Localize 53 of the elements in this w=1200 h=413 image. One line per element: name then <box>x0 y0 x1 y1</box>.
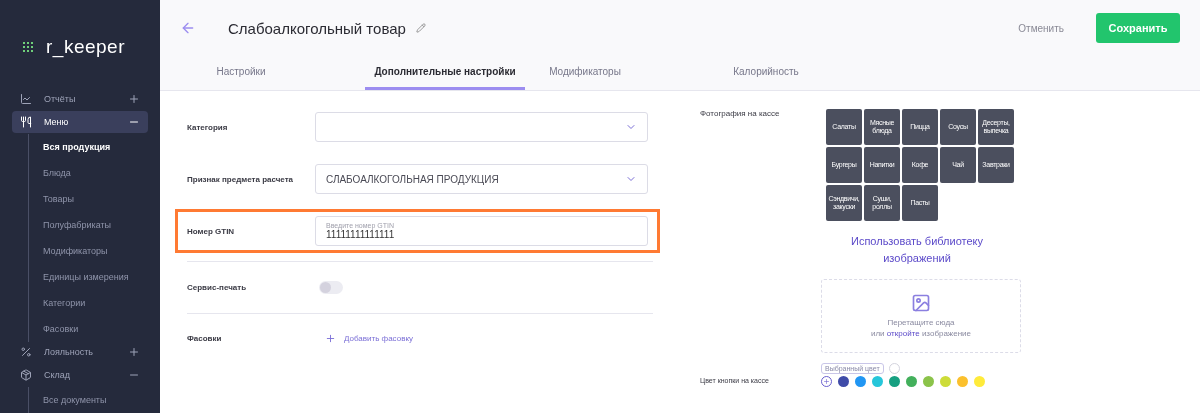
tab[interactable]: Настройки <box>185 56 297 90</box>
edit-icon[interactable] <box>415 23 426 33</box>
color-swatch[interactable] <box>872 376 883 387</box>
image-icon <box>911 293 931 313</box>
tab[interactable]: Модификаторы <box>525 56 645 90</box>
nav-subitem[interactable]: Все документы <box>43 387 148 413</box>
color-swatch[interactable] <box>974 376 985 387</box>
plus-icon[interactable] <box>128 92 140 105</box>
nav-item[interactable]: Лояльность <box>12 341 148 364</box>
nav-icon <box>20 92 32 105</box>
color-swatch[interactable] <box>957 376 968 387</box>
plus-icon[interactable] <box>128 346 140 359</box>
select-field[interactable]: СЛАБОАЛКОГОЛЬНАЯ ПРОДУКЦИЯ <box>315 164 648 194</box>
nav-subitem[interactable]: Модификаторы <box>43 237 148 264</box>
drop-text: Перетащите сюда или откройте изображение <box>871 317 971 339</box>
color-swatch[interactable] <box>889 376 900 387</box>
nav-subitem[interactable]: Единицы измерения <box>43 263 148 290</box>
toggle-switch[interactable] <box>319 281 343 294</box>
nav-subitem[interactable]: Товары <box>43 185 148 212</box>
nav-icon <box>20 346 32 359</box>
library-link[interactable]: Использовать библиотеку изображений <box>821 233 1013 267</box>
color-swatch[interactable] <box>855 376 866 387</box>
color-swatch[interactable] <box>923 376 934 387</box>
grid-icon[interactable] <box>22 41 34 53</box>
nav-icon <box>20 115 32 128</box>
tab[interactable]: Дополнительные настройки <box>365 56 525 90</box>
nav-item[interactable]: Отчёты <box>12 88 148 110</box>
field-label: Фасовки <box>187 334 223 343</box>
nav-item[interactable]: Склад <box>12 364 148 386</box>
color-swatch[interactable] <box>838 376 849 387</box>
select-field[interactable] <box>315 112 648 142</box>
nav-icon <box>20 369 32 382</box>
field-label: Номер GTIN <box>187 226 236 236</box>
nav-subitem[interactable]: Категории <box>43 289 148 316</box>
color-swatch[interactable] <box>940 376 951 387</box>
page-title: Слабоалкогольный товар <box>228 19 406 37</box>
field-label: Категория <box>187 122 229 132</box>
field-label: Признак предмета расчета <box>187 174 295 184</box>
nav-subitem[interactable]: Фасовки <box>43 315 148 342</box>
nav-subitem[interactable]: Вся продукция <box>43 133 148 160</box>
logo: r_keeper <box>46 36 125 58</box>
open-link[interactable]: откройте <box>886 329 920 338</box>
nav-subitem[interactable]: Полуфабрикаты <box>43 211 148 238</box>
drop-zone[interactable]: Перетащите сюда или откройте изображение <box>821 279 1021 353</box>
nav-subitem[interactable]: Блюда <box>43 159 148 186</box>
nav-item[interactable]: Меню <box>12 110 148 133</box>
custom-color-swatch[interactable] <box>821 376 832 387</box>
field-label: Фотография на кассе <box>700 109 781 118</box>
tab[interactable]: Калорийность <box>681 56 851 90</box>
add-link[interactable]: Добавить фасовку <box>325 333 413 344</box>
plus-icon <box>325 333 336 344</box>
field-label: Сервис-печать <box>187 283 248 292</box>
color-swatch[interactable] <box>906 376 917 387</box>
